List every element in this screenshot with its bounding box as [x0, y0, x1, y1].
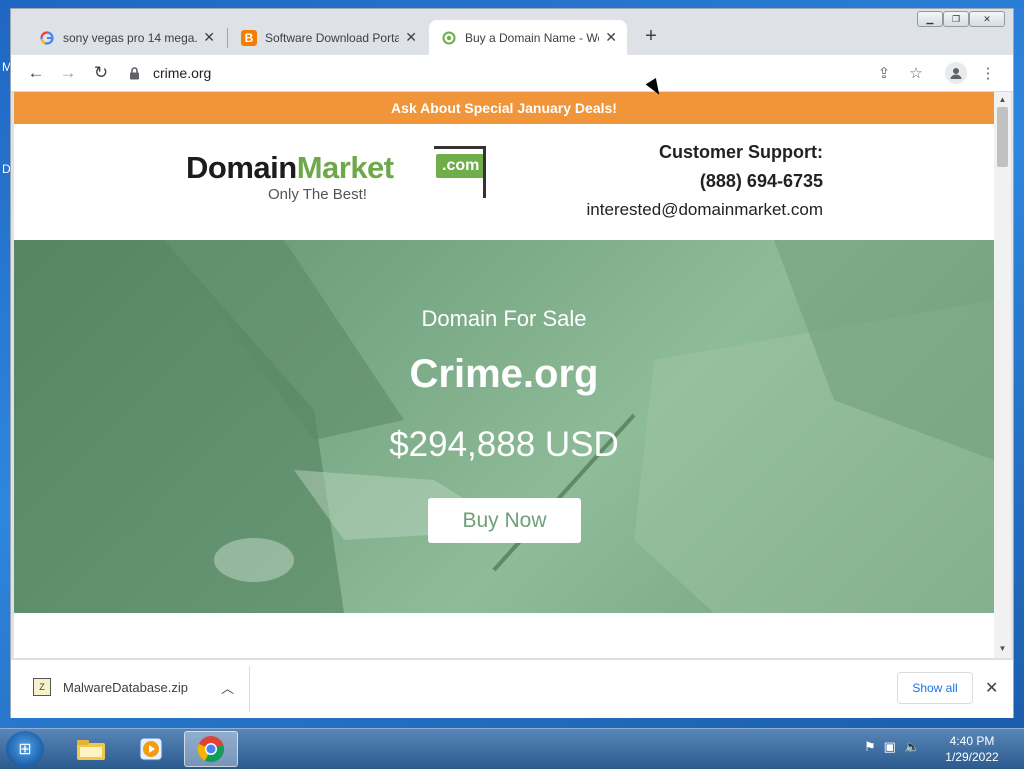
support-email[interactable]: interested@domainmarket.com	[587, 200, 823, 220]
logo-com-badge: .com	[436, 154, 486, 178]
domainmarket-logo[interactable]: DomainMarket .com Only The Best!	[186, 146, 496, 206]
system-tray: ⚑ ▣ 🔈	[864, 739, 920, 755]
chevron-up-icon[interactable]: ︿	[221, 678, 234, 697]
close-icon[interactable]: ✕	[203, 29, 215, 46]
explorer-icon[interactable]	[64, 731, 118, 767]
clock-date: 1/29/2022	[945, 750, 999, 764]
download-shelf: Z MalwareDatabase.zip ︿ Show all ✕	[11, 659, 1013, 718]
new-tab-button[interactable]: +	[641, 25, 661, 48]
tab-software-download[interactable]: B Software Download Porta ✕	[229, 20, 427, 55]
buy-now-button[interactable]: Buy Now	[428, 498, 581, 543]
browser-toolbar: ← → ↻ crime.org ⇪ ☆ ⋮	[11, 55, 1013, 92]
customer-support: Customer Support: (888) 694-6735 interes…	[587, 142, 823, 220]
tab-divider	[227, 28, 228, 48]
zip-file-icon: Z	[33, 678, 51, 696]
google-icon	[39, 30, 55, 46]
hero-subtitle: Domain For Sale	[421, 306, 587, 331]
browser-window: sony vegas pro 14 mega.n ✕ B Software Do…	[10, 8, 1014, 718]
show-all-button[interactable]: Show all	[897, 672, 973, 704]
bookmark-star-icon[interactable]: ☆	[905, 62, 927, 84]
tab-title: Software Download Porta	[265, 30, 400, 45]
close-icon[interactable]: ✕	[985, 678, 998, 698]
clock-time: 4:40 PM	[949, 734, 995, 748]
tab-title: Buy a Domain Name - Wo	[465, 30, 600, 45]
media-player-icon[interactable]	[124, 731, 178, 767]
close-icon[interactable]: ✕	[405, 29, 417, 46]
maximize-button[interactable]: ❐	[943, 11, 969, 27]
volume-icon[interactable]: 🔈	[904, 739, 920, 755]
tab-sony-vegas[interactable]: sony vegas pro 14 mega.n ✕	[27, 20, 225, 55]
profile-avatar-icon[interactable]	[945, 62, 967, 84]
hero-section: Domain For Sale Crime.org $294,888 USD B…	[14, 240, 994, 613]
loading-icon	[441, 30, 457, 46]
scrollbar-thumb[interactable]	[997, 107, 1008, 167]
chrome-icon[interactable]	[184, 731, 238, 767]
site-header: DomainMarket .com Only The Best! Custome…	[14, 124, 994, 240]
address-bar[interactable]: crime.org	[123, 59, 993, 87]
taskbar: ⊞ ⚑ ▣ 🔈 4:40 PM 1/29/2022	[0, 728, 1024, 769]
url-text: crime.org	[153, 65, 212, 81]
domain-price: $294,888 USD	[389, 425, 619, 464]
tab-title: sony vegas pro 14 mega.n	[63, 30, 198, 45]
logo-tagline: Only The Best!	[268, 186, 367, 203]
forward-arrow-icon[interactable]: →	[56, 61, 80, 85]
scroll-up-icon[interactable]: ▲	[997, 95, 1008, 104]
download-filename: MalwareDatabase.zip	[63, 679, 189, 695]
promo-banner[interactable]: Ask About Special January Deals!	[14, 92, 994, 124]
domain-name-heading: Crime.org	[409, 352, 599, 396]
start-button[interactable]: ⊞	[6, 731, 44, 767]
network-icon[interactable]: ▣	[884, 739, 896, 755]
minimize-button[interactable]: ▁	[917, 11, 943, 27]
tab-strip: sony vegas pro 14 mega.n ✕ B Software Do…	[11, 9, 1013, 55]
share-icon[interactable]: ⇪	[873, 62, 895, 84]
scroll-down-icon[interactable]: ▼	[997, 644, 1008, 653]
back-arrow-icon[interactable]: ←	[24, 61, 48, 85]
reload-icon[interactable]: ↻	[89, 61, 113, 85]
page-viewport: Ask About Special January Deals! DomainM…	[14, 92, 994, 658]
support-label: Customer Support:	[659, 142, 823, 162]
lock-icon[interactable]	[129, 66, 143, 80]
logo-sign-arm	[434, 146, 486, 149]
blogger-icon: B	[241, 29, 257, 46]
taskbar-clock[interactable]: 4:40 PM 1/29/2022	[940, 733, 1004, 765]
page-scrollbar[interactable]	[994, 92, 1011, 658]
logo-wordmark: DomainMarket	[186, 150, 394, 185]
logo-sign-post	[483, 146, 486, 198]
download-item[interactable]: Z MalwareDatabase.zip	[33, 678, 188, 696]
action-center-icon[interactable]: ⚑	[864, 739, 876, 755]
shelf-divider	[249, 666, 250, 712]
support-phone[interactable]: (888) 694-6735	[587, 171, 823, 192]
close-icon[interactable]: ✕	[605, 29, 617, 46]
tab-buy-domain[interactable]: Buy a Domain Name - Wo ✕	[429, 20, 627, 55]
close-window-button[interactable]: ✕	[969, 11, 1005, 27]
menu-kebab-icon[interactable]: ⋮	[977, 62, 999, 84]
